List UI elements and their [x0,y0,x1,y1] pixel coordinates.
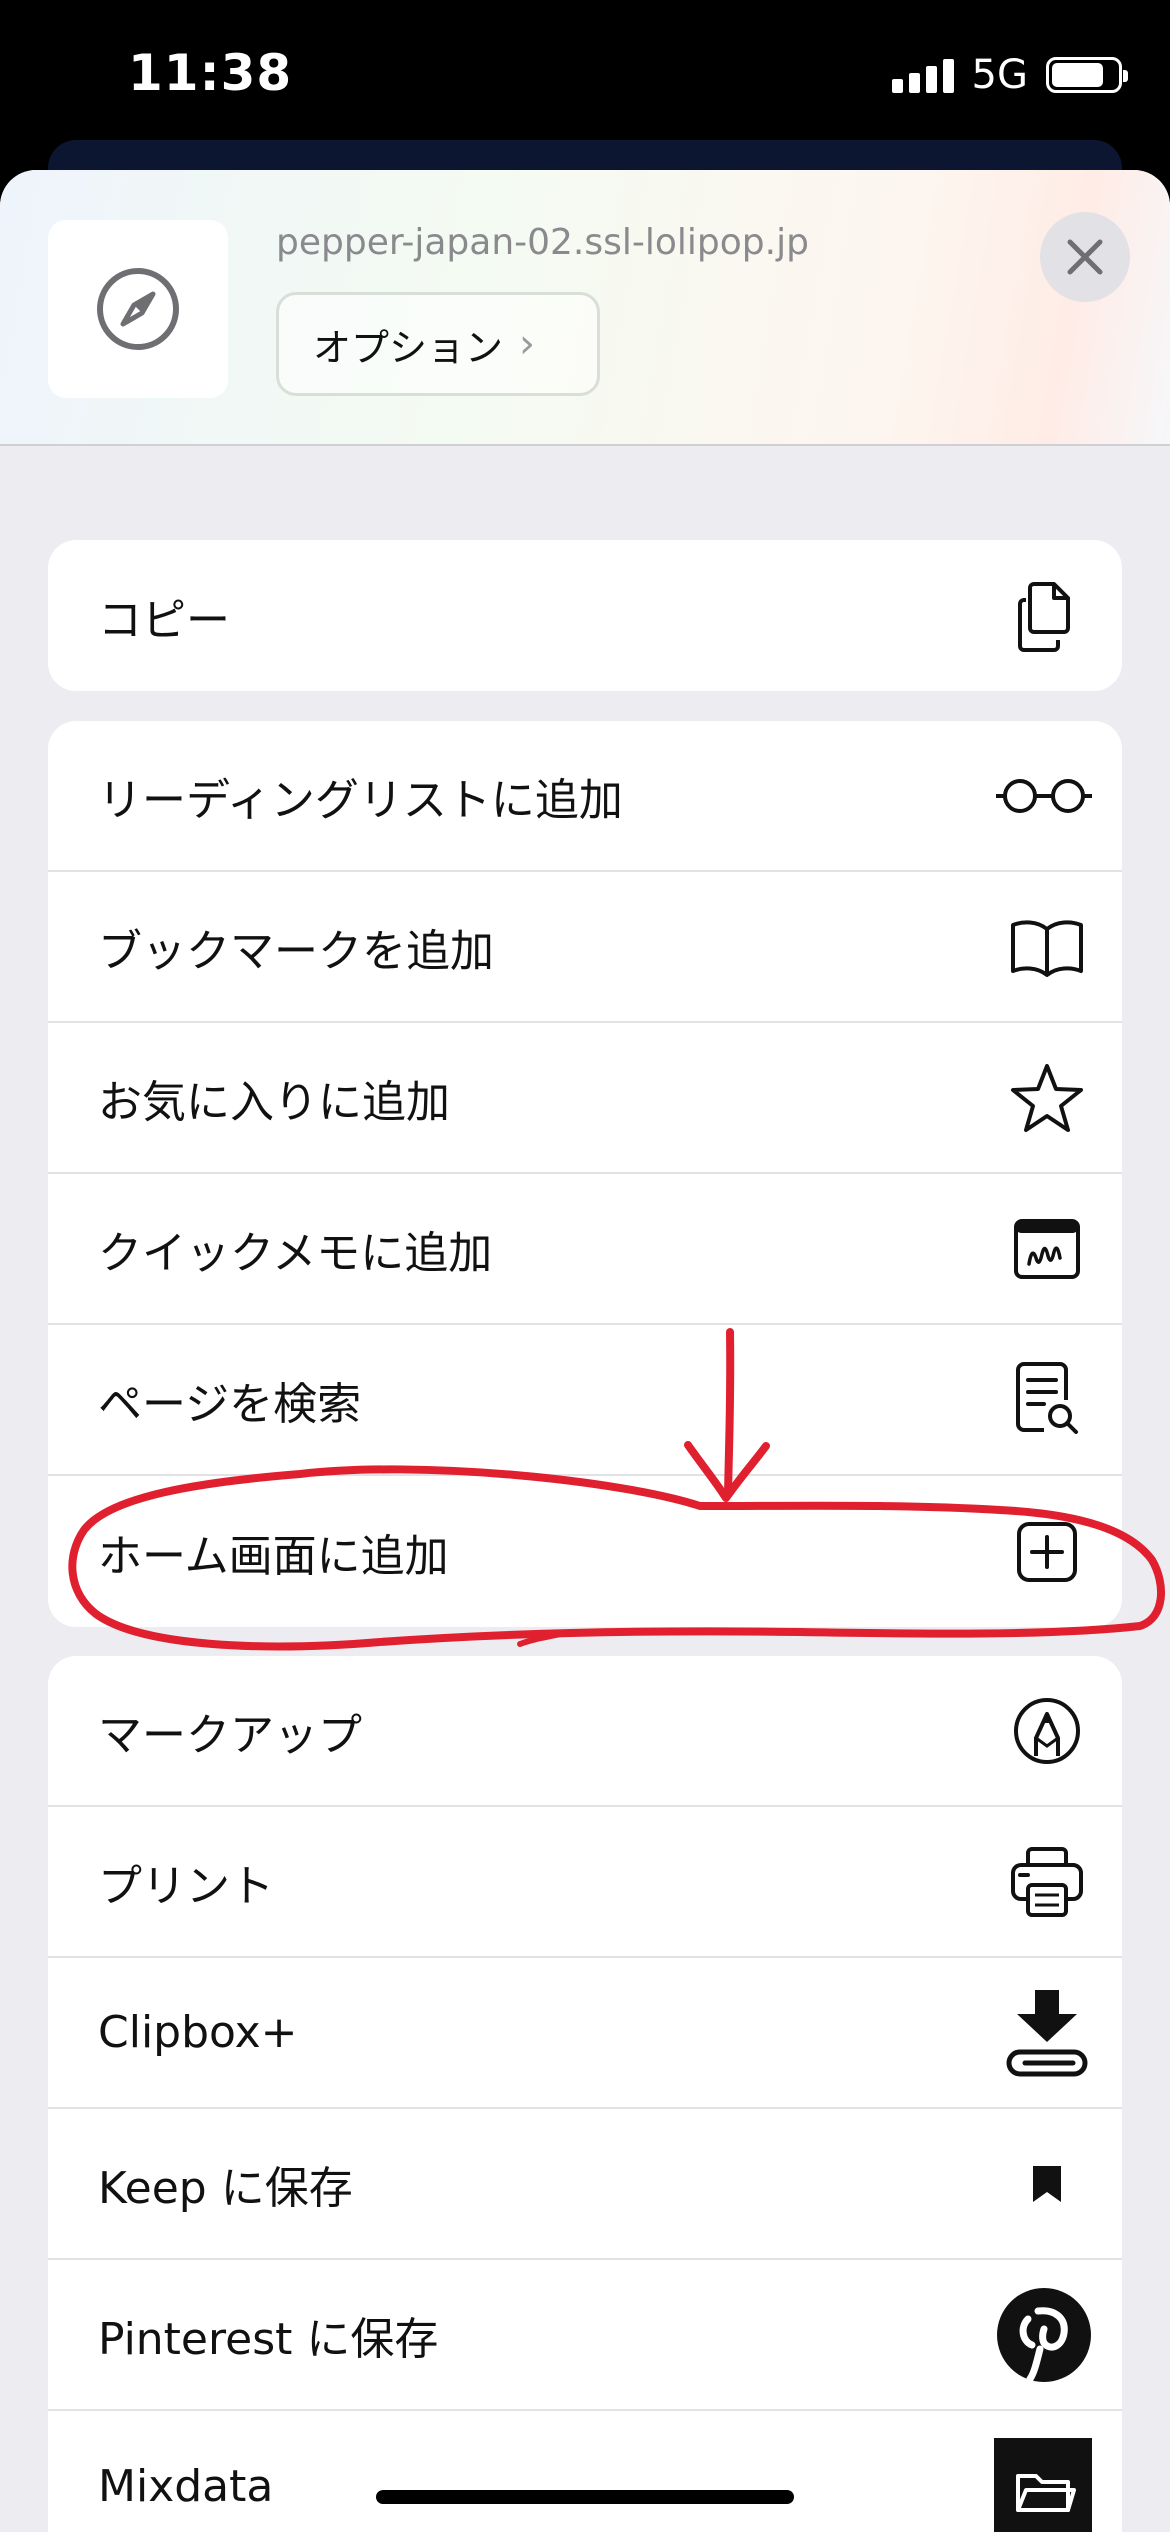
cellular-signal-icon [891,57,954,93]
plus-square-icon [1002,1507,1092,1597]
site-icon [48,220,228,398]
action-label: リーディングリストに追加 [98,774,623,826]
close-icon [1067,239,1103,275]
action-row-keep[interactable]: Keep に保存 [48,2109,1122,2260]
action-row-reading-list[interactable]: リーディングリストに追加 [48,721,1122,872]
find-page-icon [1002,1355,1092,1445]
action-label: Keep に保存 [98,2162,353,2214]
action-row-quick-note[interactable]: クイックメモに追加 [48,1174,1122,1325]
action-row-bookmark[interactable]: ブックマークを追加 [48,872,1122,1023]
action-row-mixdata[interactable]: Mixdata [48,2411,1122,2532]
printer-icon [1002,1837,1092,1927]
action-row-print[interactable]: プリント [48,1807,1122,1958]
action-label: ページを検索 [98,1378,362,1430]
action-label: Mixdata [98,2461,274,2512]
close-button[interactable] [1040,212,1130,302]
compass-icon [97,268,179,350]
status-time: 11:38 [128,44,293,102]
action-label: ブックマークを追加 [98,925,494,977]
options-button[interactable]: オプション › [276,292,600,396]
bookmark-icon [1002,2139,1092,2229]
markup-pen-icon [1002,1686,1092,1776]
options-label: オプション [313,325,504,370]
download-clip-icon [1002,1988,1092,2078]
action-row-favorites[interactable]: お気に入りに追加 [48,1023,1122,1174]
glasses-icon [994,751,1094,841]
folder-icon [994,2437,1092,2532]
action-row-markup[interactable]: マークアップ [48,1656,1122,1807]
home-indicator [376,2490,794,2504]
action-group-copy: コピー [48,540,1122,691]
action-row-copy[interactable]: コピー [48,540,1122,691]
action-row-pinterest[interactable]: Pinterest に保存 [48,2260,1122,2411]
action-row-find-on-page[interactable]: ページを検索 [48,1325,1122,1476]
chevron-right-icon: › [519,321,536,367]
share-sheet-header: pepper-japan-02.ssl-lolipop.jp オプション › [0,170,1170,446]
action-label: クイックメモに追加 [98,1227,493,1279]
network-type: 5G [971,52,1028,98]
copy-icon [1002,571,1092,661]
action-group-add: リーディングリストに追加 ブックマークを追加 お気に入りに追加 クイックメモに追… [48,721,1122,1627]
action-label: プリント [98,1860,274,1912]
action-label: Pinterest に保存 [98,2313,439,2365]
star-icon [1002,1053,1092,1143]
book-icon [1002,902,1092,992]
action-row-clipbox[interactable]: Clipbox+ [48,1958,1122,2109]
action-label: ホーム画面に追加 [98,1530,449,1582]
pinterest-icon [996,2287,1092,2383]
share-sheet: pepper-japan-02.ssl-lolipop.jp オプション › コ… [0,170,1170,2532]
site-url: pepper-japan-02.ssl-lolipop.jp [276,222,809,263]
action-group-extensions: マークアップ プリント Clipbox+ Keep に保存 Pinterest … [48,1656,1122,2532]
action-row-add-to-home-screen[interactable]: ホーム画面に追加 [48,1476,1122,1627]
action-label: お気に入りに追加 [98,1076,450,1128]
action-label: マークアップ [98,1709,362,1761]
action-label: コピー [98,594,230,646]
battery-icon [1046,57,1128,93]
status-indicators: 5G [891,52,1128,98]
quick-note-icon [1002,1204,1092,1294]
status-bar: 11:38 5G [0,0,1170,160]
action-label: Clipbox+ [98,2007,298,2058]
